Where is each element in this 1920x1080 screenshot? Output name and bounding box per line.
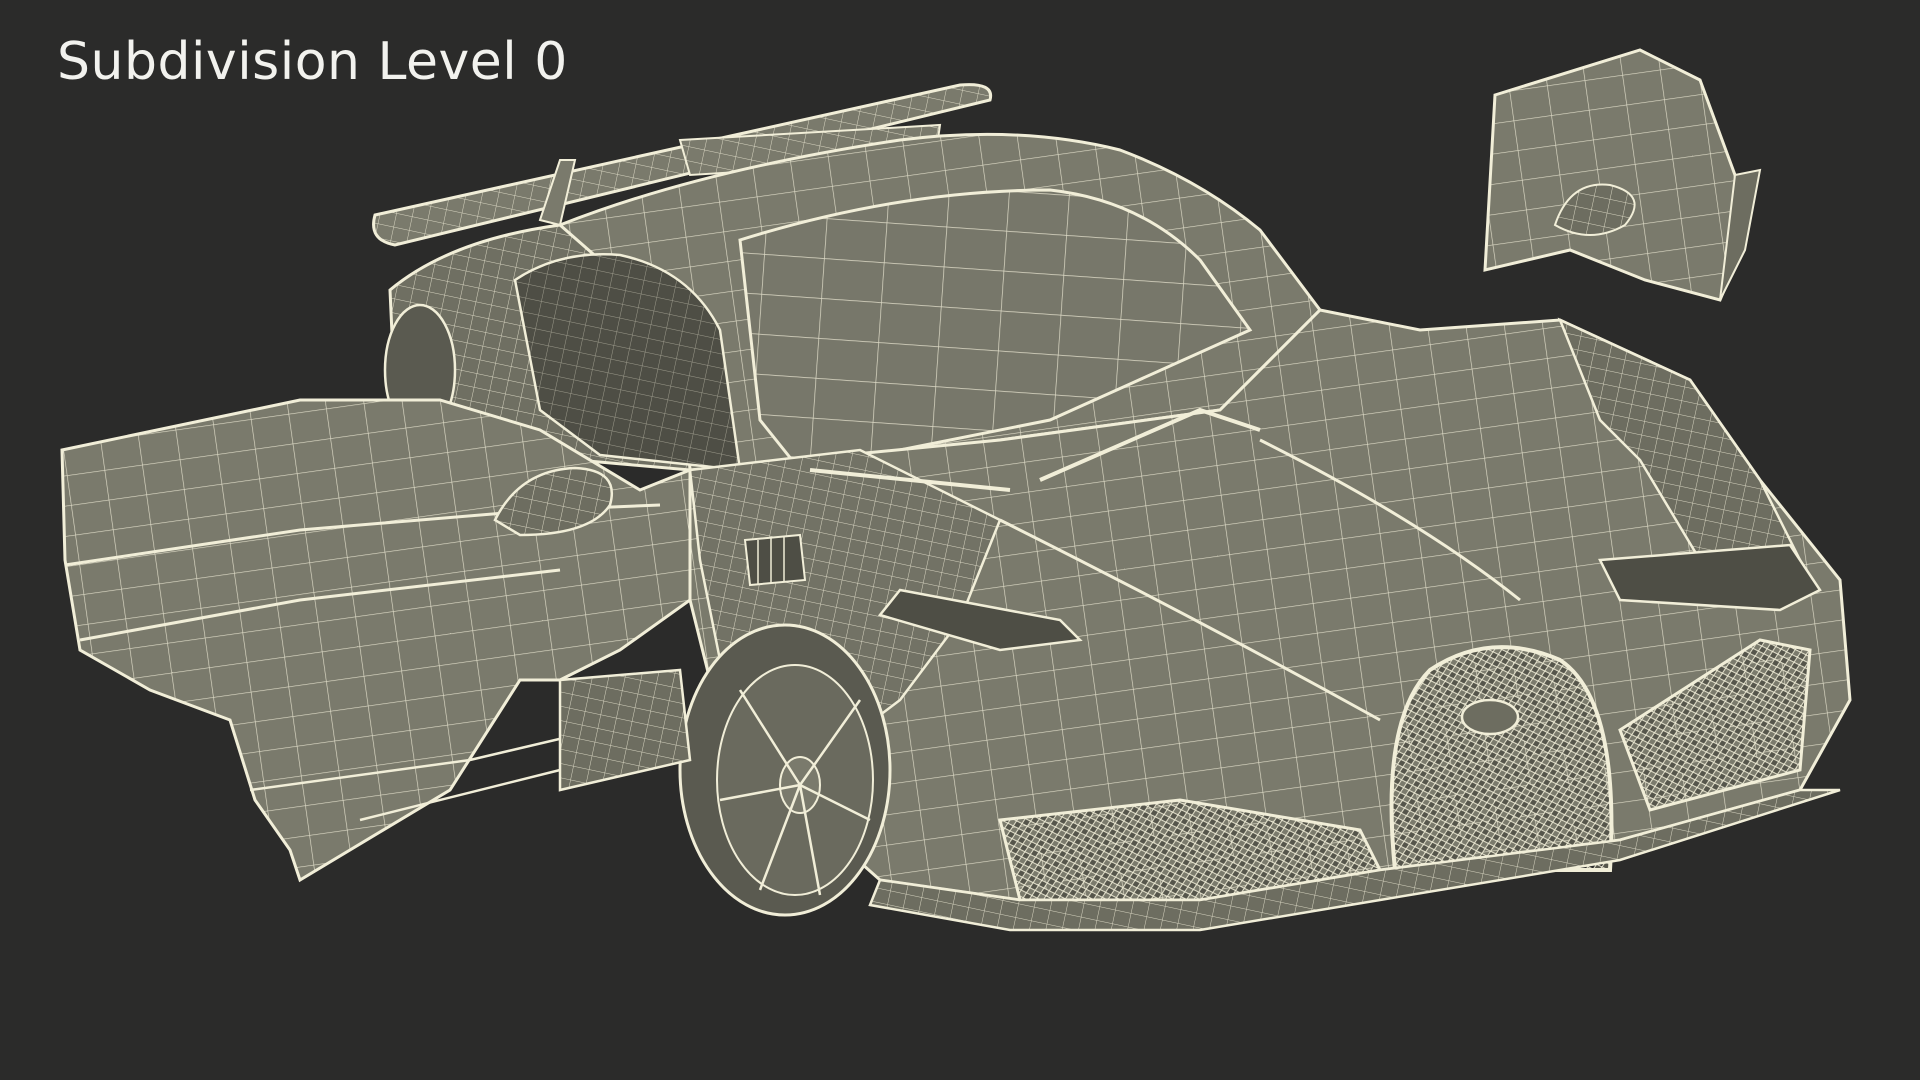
- car-wireframe-model: [60, 48, 1852, 932]
- subdivision-level-caption: Subdivision Level 0: [57, 32, 568, 92]
- horseshoe-grille: [1389, 645, 1614, 872]
- front-left-wheel: [678, 623, 892, 917]
- badge-emblem: [1460, 698, 1520, 736]
- render-viewport: Subdivision Level 0: [0, 0, 1920, 1080]
- right-door-raised: [1483, 48, 1762, 302]
- left-door-open: [60, 398, 692, 883]
